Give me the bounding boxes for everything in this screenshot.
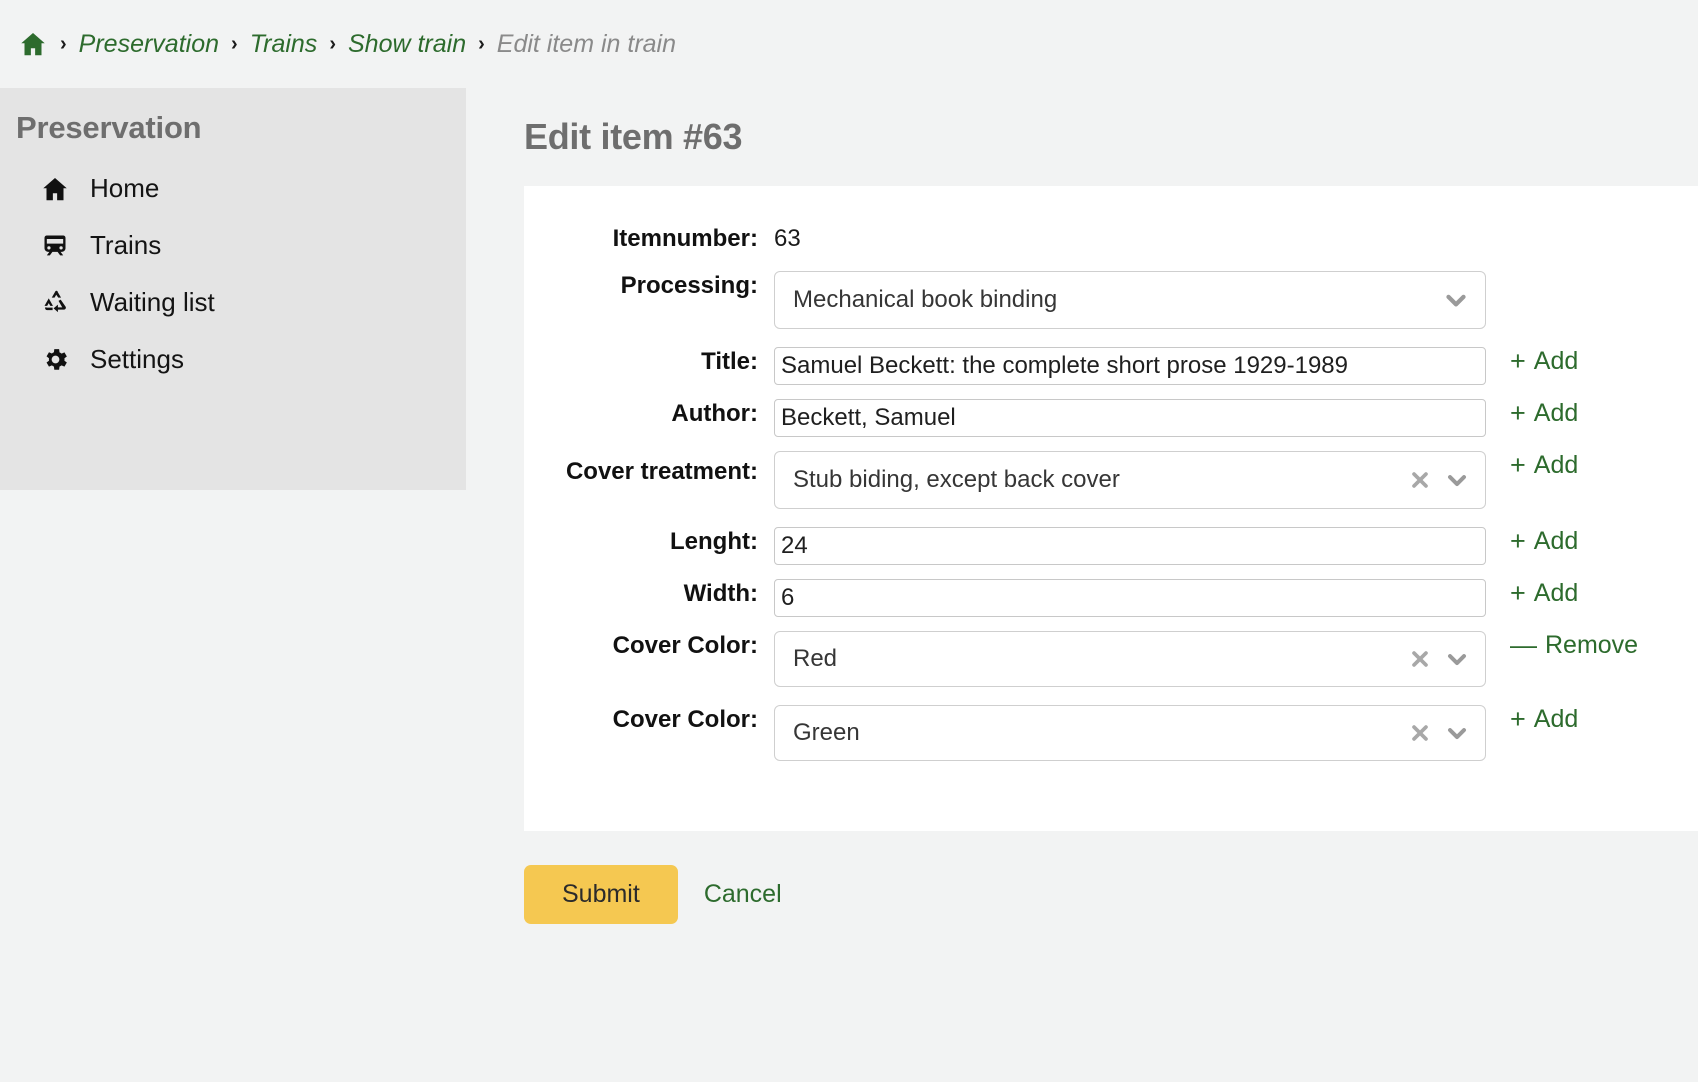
title-input[interactable] (774, 347, 1486, 385)
page-title: Edit item #63 (524, 116, 1698, 158)
breadcrumb-item-show-train[interactable]: Show train (348, 30, 466, 59)
sidebar-item-settings[interactable]: Settings (0, 331, 466, 388)
sidebar-item-waiting-list[interactable]: Waiting list (0, 274, 466, 331)
cover-color-1-label: Cover Color: (524, 631, 774, 660)
cover-treatment-label: Cover treatment: (524, 451, 774, 486)
sidebar-item-label: Trains (90, 230, 161, 261)
breadcrumb-item-preservation[interactable]: Preservation (79, 30, 219, 59)
add-author-link[interactable]: + Add (1510, 399, 1578, 428)
breadcrumb-item-trains[interactable]: Trains (250, 30, 318, 59)
cover-color-1-select[interactable]: Red (774, 631, 1486, 687)
lenght-input[interactable] (774, 527, 1486, 565)
author-input[interactable] (774, 399, 1486, 437)
cover-treatment-selected-value: Stub biding, except back cover (793, 466, 1120, 494)
chevron-down-icon[interactable] (1443, 719, 1471, 747)
sidebar-item-label: Waiting list (90, 287, 215, 318)
breadcrumb: › Preservation › Trains › Show train › E… (0, 0, 1698, 88)
plus-icon: + (1510, 400, 1526, 427)
add-label: Add (1534, 451, 1578, 480)
chevron-down-icon[interactable] (1443, 645, 1471, 673)
train-icon (40, 231, 70, 261)
sidebar-item-label: Settings (90, 344, 184, 375)
submit-button[interactable]: Submit (524, 865, 678, 924)
chevron-down-icon[interactable] (1443, 466, 1471, 494)
sidebar-item-trains[interactable]: Trains (0, 217, 466, 274)
cover-color-2-select[interactable]: Green (774, 705, 1486, 761)
cover-color-2-label: Cover Color: (524, 705, 774, 734)
processing-selected-value: Mechanical book binding (793, 286, 1057, 314)
cover-color-2-selected-value: Green (793, 719, 860, 747)
lenght-label: Lenght: (524, 527, 774, 556)
add-lenght-link[interactable]: + Add (1510, 527, 1578, 556)
sidebar-nav: Home Trains (0, 152, 466, 388)
form-row-cover-treatment: Cover treatment: Stub biding, except bac… (524, 451, 1698, 509)
close-x-icon[interactable] (1407, 467, 1433, 493)
main-content: Edit item #63 Itemnumber: 63 Processing:… (466, 88, 1698, 924)
add-label: Add (1534, 705, 1578, 734)
remove-label: Remove (1545, 631, 1638, 660)
add-label: Add (1534, 399, 1578, 428)
itemnumber-value: 63 (774, 224, 801, 253)
edit-item-form-card: Itemnumber: 63 Processing: Mechanical bo… (524, 186, 1698, 831)
width-input[interactable] (774, 579, 1486, 617)
add-label: Add (1534, 347, 1578, 376)
form-row-cover-color-2: Cover Color: Green (524, 705, 1698, 761)
recycle-icon (40, 288, 70, 318)
breadcrumb-separator: › (476, 34, 487, 54)
breadcrumb-item-current: Edit item in train (497, 30, 676, 59)
plus-icon: + (1510, 580, 1526, 607)
breadcrumb-separator: › (229, 34, 240, 54)
sidebar: Preservation Home Trains (0, 88, 466, 490)
add-cover-color-link[interactable]: + Add (1510, 705, 1578, 734)
breadcrumb-separator: › (58, 34, 69, 54)
sidebar-item-home[interactable]: Home (0, 160, 466, 217)
close-x-icon[interactable] (1407, 720, 1433, 746)
form-row-cover-color-1: Cover Color: Red (524, 631, 1698, 687)
processing-select[interactable]: Mechanical book binding (774, 271, 1486, 329)
form-row-processing: Processing: Mechanical book binding (524, 271, 1698, 329)
form-row-itemnumber: Itemnumber: 63 (524, 224, 1698, 253)
remove-cover-color-link[interactable]: — Remove (1510, 631, 1638, 660)
form-row-lenght: Lenght: + Add (524, 527, 1698, 565)
sidebar-title: Preservation (0, 110, 466, 152)
add-label: Add (1534, 579, 1578, 608)
plus-icon: + (1510, 452, 1526, 479)
breadcrumb-separator: › (327, 34, 338, 54)
add-width-link[interactable]: + Add (1510, 579, 1578, 608)
page-layout: Preservation Home Trains (0, 88, 1698, 924)
author-label: Author: (524, 399, 774, 428)
minus-icon: — (1510, 632, 1537, 659)
breadcrumb-home-icon[interactable] (18, 29, 48, 59)
chevron-down-icon[interactable] (1441, 285, 1471, 315)
form-row-title: Title: + Add (524, 347, 1698, 385)
title-label: Title: (524, 347, 774, 376)
plus-icon: + (1510, 706, 1526, 733)
cover-treatment-select[interactable]: Stub biding, except back cover (774, 451, 1486, 509)
form-row-author: Author: + Add (524, 399, 1698, 437)
add-cover-treatment-link[interactable]: + Add (1510, 451, 1578, 480)
cancel-link[interactable]: Cancel (704, 880, 782, 909)
close-x-icon[interactable] (1407, 646, 1433, 672)
form-row-width: Width: + Add (524, 579, 1698, 617)
itemnumber-label: Itemnumber: (524, 224, 774, 253)
sidebar-item-label: Home (90, 173, 159, 204)
plus-icon: + (1510, 528, 1526, 555)
home-icon (40, 174, 70, 204)
plus-icon: + (1510, 348, 1526, 375)
add-label: Add (1534, 527, 1578, 556)
gear-icon (40, 345, 70, 375)
add-title-link[interactable]: + Add (1510, 347, 1578, 376)
form-actions: Submit Cancel (524, 831, 1698, 924)
cover-color-1-selected-value: Red (793, 645, 837, 673)
width-label: Width: (524, 579, 774, 608)
processing-label: Processing: (524, 271, 774, 300)
